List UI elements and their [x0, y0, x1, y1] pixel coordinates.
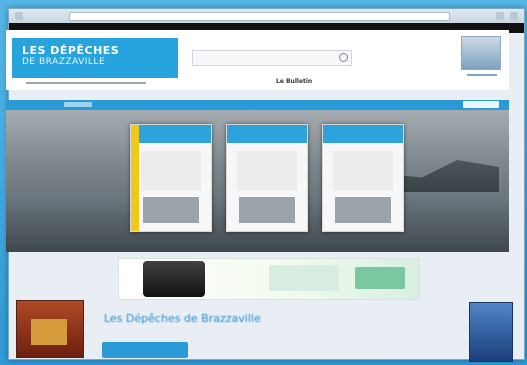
- magazine-cover-3[interactable]: [322, 124, 404, 232]
- window-close-button[interactable]: [510, 12, 518, 20]
- logo-line-1: LES DÉPÊCHES: [22, 44, 120, 57]
- cover-masthead: [227, 125, 307, 143]
- section-title[interactable]: Les Dépêches de Brazzaville: [104, 312, 261, 325]
- nav-item-home[interactable]: [64, 102, 92, 107]
- cover-photo: [143, 197, 199, 223]
- nav-search-field[interactable]: [463, 101, 499, 108]
- ad-portrait-image: [143, 261, 205, 297]
- window-minimize-button[interactable]: [496, 12, 504, 20]
- cover-headline-block: [141, 151, 201, 191]
- header-subline: [26, 82, 146, 84]
- hero-carousel: [6, 110, 509, 252]
- left-sidebar-thumbnail[interactable]: [16, 300, 84, 358]
- search-input[interactable]: [192, 50, 352, 66]
- site-header: LES DÉPÊCHES DE BRAZZAVILLE Le Bulletin: [6, 30, 509, 90]
- cover-headline-block: [333, 151, 393, 191]
- magazine-cover-2[interactable]: [226, 124, 308, 232]
- advertisement-banner[interactable]: [118, 258, 420, 300]
- promo-thumbnail[interactable]: [461, 36, 501, 70]
- cover-photo: [239, 197, 295, 223]
- browser-titlebar: [9, 9, 524, 23]
- promo-link[interactable]: [467, 74, 497, 76]
- cover-accent: [131, 125, 139, 231]
- site-logo[interactable]: LES DÉPÊCHES DE BRAZZAVILLE: [12, 38, 178, 78]
- cover-masthead: [323, 125, 403, 143]
- ad-logo: [355, 267, 405, 289]
- cover-masthead: [131, 125, 211, 143]
- magazine-cover-1[interactable]: [130, 124, 212, 232]
- logo-line-2: DE BRAZZAVILLE: [22, 57, 106, 67]
- header-center-label[interactable]: Le Bulletin: [276, 78, 312, 85]
- address-bar[interactable]: [69, 11, 450, 21]
- section-button[interactable]: [102, 342, 188, 358]
- thumbnail-emblem: [31, 319, 67, 345]
- window-menu-button[interactable]: [15, 12, 23, 20]
- cover-photo: [335, 197, 391, 223]
- main-nav-bar: [6, 100, 509, 110]
- ad-text-block: [269, 265, 339, 291]
- cover-headline-block: [237, 151, 297, 191]
- right-sidebar-thumbnail[interactable]: [469, 302, 513, 362]
- search-icon[interactable]: [339, 53, 348, 62]
